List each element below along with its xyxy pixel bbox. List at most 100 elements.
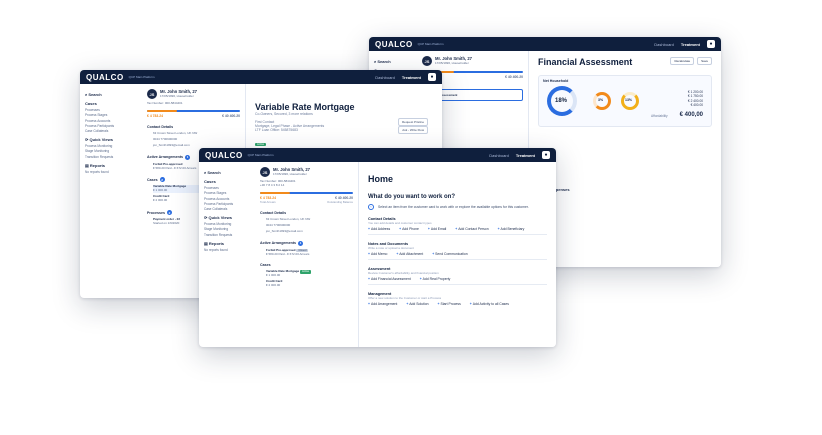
sidebar-item-process-monitoring[interactable]: Process Monitoring (85, 144, 131, 148)
sidebar-item-collaterals[interactable]: Case Collaterals (204, 207, 250, 211)
screenshot-stage: QUALCO QCP Main Platform Dashboard Treat… (0, 0, 822, 435)
request-button[interactable]: Request Pristine (397, 118, 428, 126)
search-link[interactable]: ⌕ Search (204, 170, 250, 175)
assessment-section-sub: Review Customer's affordability and fina… (368, 271, 439, 275)
sidebar-item-processes[interactable]: Processes (85, 108, 131, 112)
nav-dashboard[interactable]: Dashboard (489, 153, 509, 158)
nav-dashboard[interactable]: Dashboard (375, 75, 395, 80)
household-label: Net Household (543, 79, 569, 83)
brand-sub: QCP Main Platform (417, 42, 444, 46)
title-bar: QUALCO QCP Main Platform Dashboard Treat… (199, 148, 556, 162)
assessment-actions: Add Financial Assessment Add Real Proper… (368, 277, 547, 285)
home-hint: ‹ Select an item from the customer card t… (368, 204, 547, 210)
brand-sub: QCP Main Platform (247, 153, 274, 157)
nav-treatment[interactable]: Treatment (516, 153, 535, 158)
recalculate-button[interactable]: Recalculate (670, 57, 695, 65)
pct-income: 3% (598, 98, 604, 102)
title-bar: QUALCO QCP Main Platform Dashboard Treat… (369, 37, 721, 51)
affordability-total: € 400,00 (679, 112, 703, 118)
fa-values: € 1 200.00 € 1 750.00 € 2 400.00 € 400.00 (687, 90, 703, 108)
affordability-label: Affordability (651, 114, 668, 118)
avatar: JS (147, 89, 157, 99)
title-bar: QUALCO QCP Main Platform Dashboard Treat… (80, 70, 442, 84)
add-real-property-button[interactable]: Add Real Property (420, 277, 451, 281)
net-household-card: Net Household 18% 3% 13% € 1 200.00 € 1 7… (538, 75, 712, 127)
cases-heading: Cases (85, 101, 97, 106)
contact-section-sub: You can add details and customer contact… (368, 221, 432, 225)
notes-section-sub: Write a note or upload a document (368, 246, 414, 250)
avatar: JS (422, 56, 432, 66)
mobile: 0044 7700900000 (266, 222, 291, 227)
brand-logo: QUALCO (205, 150, 243, 160)
sidebar-item-stages[interactable]: Process Stages (204, 191, 250, 195)
home-question: What do you want to work on? (368, 194, 455, 200)
sidebar: ⌕ Search Cases Processes Process Stages … (80, 84, 136, 298)
reports-empty: No reports found (204, 247, 228, 252)
mortgage-sub: Co-Owners, Secured, 3 more relations (255, 112, 313, 116)
add-attachment-button[interactable]: Add Attachment (396, 252, 423, 256)
sidebar-item-process-monitoring[interactable]: Process Monitoring (204, 222, 250, 226)
sidebar-item-processes[interactable]: Processes (204, 186, 250, 190)
reports-heading: ▤ Reports (204, 240, 225, 246)
add-email-button[interactable]: Add Email (428, 227, 446, 231)
management-section-sub: Offer a new solution to the Customer or … (368, 296, 442, 300)
send-communication-button[interactable]: Send Communication (432, 252, 467, 256)
add-activity-button[interactable]: Add Activity to all Cases (470, 302, 509, 306)
add-solution-button[interactable]: Add Solution (406, 302, 428, 306)
quick-views-heading: ⟳ Quick Views (85, 137, 113, 143)
contact-heading: Contact Details (147, 125, 174, 129)
add-memo-button[interactable]: Add Memo (368, 252, 387, 256)
sidebar-item-participants[interactable]: Process Participants (85, 124, 131, 128)
start-process-button[interactable]: Start Process (438, 302, 460, 306)
reports-empty: No reports found (85, 169, 109, 174)
nav-dashboard[interactable]: Dashboard (654, 42, 674, 47)
customer-meta: 17/05/1996, Householder (273, 172, 307, 176)
reports-heading: ▤ Reports (85, 162, 106, 168)
sidebar-item-stage-monitoring[interactable]: Stage Monitoring (85, 149, 131, 153)
mortgage-title: Variable Rate Mortgage (255, 102, 355, 112)
sidebar-item-stages[interactable]: Process Stages (85, 113, 131, 117)
arrears-bar (260, 192, 353, 194)
home-window: QUALCO QCP Main Platform Dashboard Treat… (199, 148, 556, 347)
brand-sub: QCP Main Platform (128, 75, 155, 79)
add-contact-person-button[interactable]: Add Contact Person (455, 227, 488, 231)
notes-actions: Add Memo Add Attachment Send Communicati… (368, 252, 547, 260)
fa-main: Financial Assessment Recalculate Save Ne… (529, 51, 721, 267)
sidebar-item-transition[interactable]: Transition Requests (85, 155, 131, 159)
arrears-bar (147, 110, 240, 112)
sidebar-item-accounts[interactable]: Process Accounts (204, 197, 250, 201)
user-icon[interactable]: ● (428, 73, 436, 81)
sidebar-item-collaterals[interactable]: Case Collaterals (85, 129, 131, 133)
add-arrangement-button[interactable]: Add Arrangement (368, 302, 397, 306)
save-button[interactable]: Save (697, 57, 712, 65)
living-amount: € 200.00 (538, 196, 712, 200)
user-icon[interactable]: ● (707, 40, 715, 48)
sidebar-item-participants[interactable]: Process Participants (204, 202, 250, 206)
arrangement-item[interactable]: Forbid Pre-approved Closed € 580.20 Paid … (266, 248, 353, 257)
add-beneficiary-button[interactable]: Add Beneficiary (498, 227, 525, 231)
living-expenses-heading: Living Expenses (538, 187, 570, 192)
add-phone-button[interactable]: Add Phone (399, 227, 419, 231)
ask-button[interactable]: Ask - Write Flow (398, 126, 428, 134)
nav-treatment[interactable]: Treatment (402, 75, 421, 80)
top-nav: Dashboard Treatment ● (375, 73, 436, 81)
case-item-mortgage[interactable]: Variable Rate Mortgage Active € 1 000.00 (266, 270, 353, 278)
add-financial-assessment-button[interactable]: Add Financial Assessment (368, 277, 411, 281)
contact-heading: Contact Details (260, 211, 287, 215)
email: jon_Smith1993@email.com (266, 228, 303, 233)
customer-panel: JS Mr. John Smith, 27 17/05/1996, Househ… (255, 162, 359, 347)
case-item-card[interactable]: Credit Card € 2 000.00 (266, 279, 353, 288)
sidebar-item-transition[interactable]: Transition Requests (204, 233, 250, 237)
nav-treatment[interactable]: Treatment (681, 42, 700, 47)
arrangements-heading: Active Arrangements 1 (260, 240, 304, 246)
sidebar-item-accounts[interactable]: Process Accounts (85, 119, 131, 123)
search-link[interactable]: ⌕ Search (85, 92, 131, 97)
search-link[interactable]: ⌕ Search (374, 59, 412, 64)
add-address-button[interactable]: Add Address (368, 227, 390, 231)
sidebar-item-stage-monitoring[interactable]: Stage Monitoring (204, 227, 250, 231)
quick-views-heading: ⟳ Quick Views (204, 215, 232, 221)
management-actions: Add Arrangement Add Solution Start Proce… (368, 302, 547, 309)
contact-actions: Add Address Add Phone Add Email Add Cont… (368, 227, 547, 235)
status-badge: Active (255, 143, 267, 146)
user-icon[interactable]: ● (542, 151, 550, 159)
